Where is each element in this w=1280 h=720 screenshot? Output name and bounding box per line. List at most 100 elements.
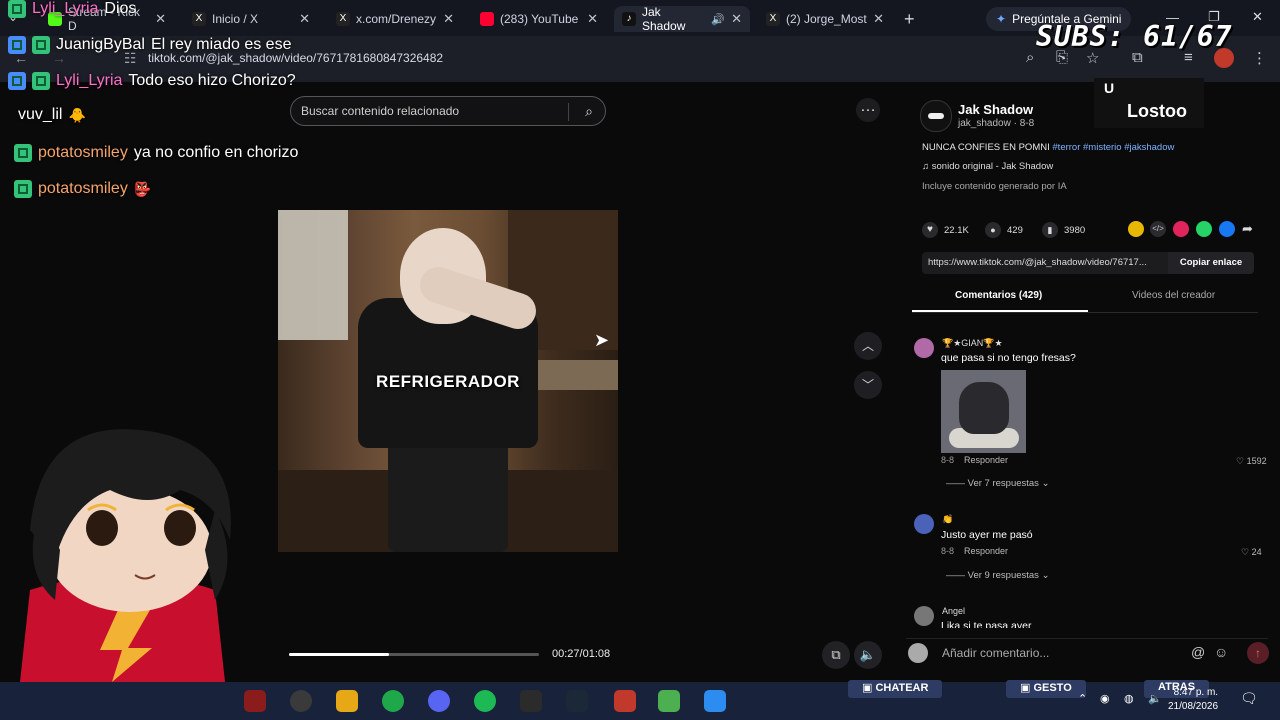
commenter-avatar[interactable] (914, 338, 934, 358)
more-options-button[interactable]: … (856, 98, 880, 122)
close-icon[interactable]: ✕ (873, 11, 884, 27)
taskbar-folder-icon[interactable] (336, 690, 358, 712)
heart-outline-icon: ♡ (1236, 456, 1245, 466)
tab-comments[interactable]: Comentarios (429) (955, 290, 1042, 301)
comment-likes[interactable]: ♡ 24 (1241, 547, 1262, 558)
like-stat[interactable]: ♥ 22.1K (922, 222, 969, 238)
embed-coin-icon[interactable] (1128, 221, 1144, 237)
close-icon[interactable]: ✕ (731, 11, 742, 27)
volume-icon[interactable]: 🔈 (854, 641, 882, 669)
reply-button[interactable]: Responder (964, 546, 1008, 556)
taskbar-discord-icon[interactable] (428, 690, 450, 712)
taskbar-steam-icon[interactable] (566, 690, 588, 712)
comment-text-clip: Lika si te pasa ayer (941, 620, 1071, 628)
reply-button[interactable]: Responder (964, 455, 1008, 465)
close-window-button[interactable]: ✕ (1252, 9, 1263, 25)
clock[interactable]: 8:47 p. m. 21/08/2026 (1168, 686, 1218, 714)
close-icon[interactable]: ✕ (155, 11, 166, 27)
comment-count: 429 (1007, 224, 1023, 236)
taskbar-app-icon[interactable] (244, 690, 266, 712)
mention-icon[interactable]: @ (1191, 644, 1205, 660)
description-text: NUNCA CONFIES EN POMNI (922, 142, 1050, 153)
close-icon[interactable]: ✕ (299, 11, 310, 27)
view-replies[interactable]: —— Ver 7 respuestas ⌄ (946, 478, 1050, 489)
comment-meta: 8-8 Responder (941, 546, 1008, 556)
save-stat[interactable]: ▮ 3980 (1042, 222, 1085, 238)
cat-figure (959, 382, 1009, 434)
video-player[interactable]: REFRIGERADOR (278, 210, 618, 552)
share-arrow-icon[interactable]: ➦ (1242, 221, 1253, 237)
next-video-button[interactable]: ﹀ (854, 371, 882, 399)
tabs-divider (912, 312, 1258, 313)
taskbar-xbox-icon[interactable] (382, 690, 404, 712)
creator-name[interactable]: Jak Shadow (958, 102, 1033, 117)
tab-x-drenezy[interactable]: X x.com/Drenezy ✕ (328, 6, 462, 32)
active-tab-indicator (912, 310, 1088, 312)
tab-tiktok-active[interactable]: ♪ Jak Shadow 🔊 ✕ (614, 5, 750, 33)
tray-network-icon[interactable]: ◍ (1124, 692, 1134, 705)
progress-fill[interactable] (289, 653, 389, 656)
music-row[interactable]: ♫ sonido original - Jak Shadow (922, 161, 1053, 172)
commenter-name[interactable]: 🏆★GIAN🏆★ (942, 338, 1003, 349)
chat-badge-icon (32, 36, 50, 54)
clock-time: 8:47 p. m. (1173, 687, 1219, 698)
tab-x-jorge[interactable]: X (2) Jorge_Most ✕ (758, 6, 892, 32)
tab-x-home[interactable]: X Inicio / X ✕ (184, 6, 318, 32)
chat-user: Lyli_Lyria (56, 72, 123, 89)
new-tab-button[interactable]: + (904, 9, 915, 30)
tray-discord-icon[interactable]: ◉ (1100, 692, 1110, 705)
commenter-avatar[interactable] (914, 606, 934, 626)
audio-playing-icon[interactable]: 🔊 (711, 13, 725, 26)
whatsapp-icon[interactable] (1196, 221, 1212, 237)
hashtags[interactable]: #terror #misterio #jakshadow (1052, 142, 1174, 153)
comment-input[interactable]: Añadir comentario... (942, 646, 1049, 660)
tab-creator-videos[interactable]: Videos del creador (1132, 290, 1215, 301)
notification-icon[interactable]: 🗨 (1240, 690, 1258, 707)
subs-counter: SUBS: 61/67 (1036, 20, 1233, 53)
comment-likes[interactable]: ♡ 1592 (1236, 456, 1267, 467)
pip-button[interactable]: ⧉ (822, 641, 850, 669)
chat-badge-icon (32, 72, 50, 90)
view-replies[interactable]: —— Ver 9 respuestas ⌄ (946, 570, 1050, 581)
reply-dash: —— (946, 478, 968, 489)
mouse-cursor-icon: ➤ (594, 330, 610, 350)
previous-video-button[interactable]: ︿ (854, 332, 882, 360)
tab-youtube[interactable]: (283) YouTube ✕ (472, 6, 606, 32)
bookmark-icon: ▮ (1042, 222, 1058, 238)
taskbar-epic-icon[interactable] (520, 690, 542, 712)
vtuber-avatar (20, 429, 231, 682)
share-heart-icon[interactable] (1173, 221, 1189, 237)
comment-text: Justo ayer me pasó (941, 529, 1033, 541)
creator-avatar[interactable] (920, 100, 952, 132)
share-url[interactable]: https://www.tiktok.com/@jak_shadow/video… (922, 252, 1168, 274)
search-icon[interactable]: ⌕ (585, 103, 593, 120)
comment-text: Lika si te pasa ayer (941, 620, 1032, 628)
chevron-down-icon: ⌄ (1041, 570, 1050, 581)
send-button[interactable]: ↑ (1247, 642, 1269, 664)
taskbar-minecraft-icon[interactable] (658, 690, 680, 712)
emoji-icon[interactable]: ☺ (1214, 644, 1228, 660)
taskbar-spotify-icon[interactable] (474, 690, 496, 712)
comment-stat[interactable]: ● 429 (985, 222, 1023, 238)
taskbar-obs-icon[interactable] (290, 690, 312, 712)
related-search-input[interactable]: Buscar contenido relacionado ⌕ (290, 96, 606, 126)
close-icon[interactable]: ✕ (587, 11, 598, 27)
menu-kebab-icon[interactable]: ⋮ (1252, 49, 1267, 67)
commenter-name[interactable]: Angel (942, 606, 965, 616)
tray-arrow-icon[interactable]: ⌃ (1078, 692, 1087, 705)
taskbar-app-icon-3[interactable] (704, 690, 726, 712)
commenter-name[interactable]: 👏 (942, 514, 953, 525)
taskbar-app-icon-2[interactable] (614, 690, 636, 712)
zoom-icon[interactable]: ⌕ (1026, 49, 1034, 66)
video-frame-window (278, 210, 348, 340)
comment-date: 8-8 (941, 455, 955, 465)
commenter-avatar[interactable] (914, 514, 934, 534)
copy-link-button[interactable]: Copiar enlace (1168, 252, 1254, 274)
embed-code-icon[interactable]: </> (1150, 221, 1166, 237)
facebook-icon[interactable] (1219, 221, 1235, 237)
close-icon[interactable]: ✕ (443, 11, 454, 27)
comment-image[interactable] (941, 370, 1026, 453)
like-count: 22.1K (944, 224, 969, 236)
x-logo-icon: X (336, 12, 350, 26)
tray-volume-icon[interactable]: 🔈 (1148, 692, 1162, 705)
